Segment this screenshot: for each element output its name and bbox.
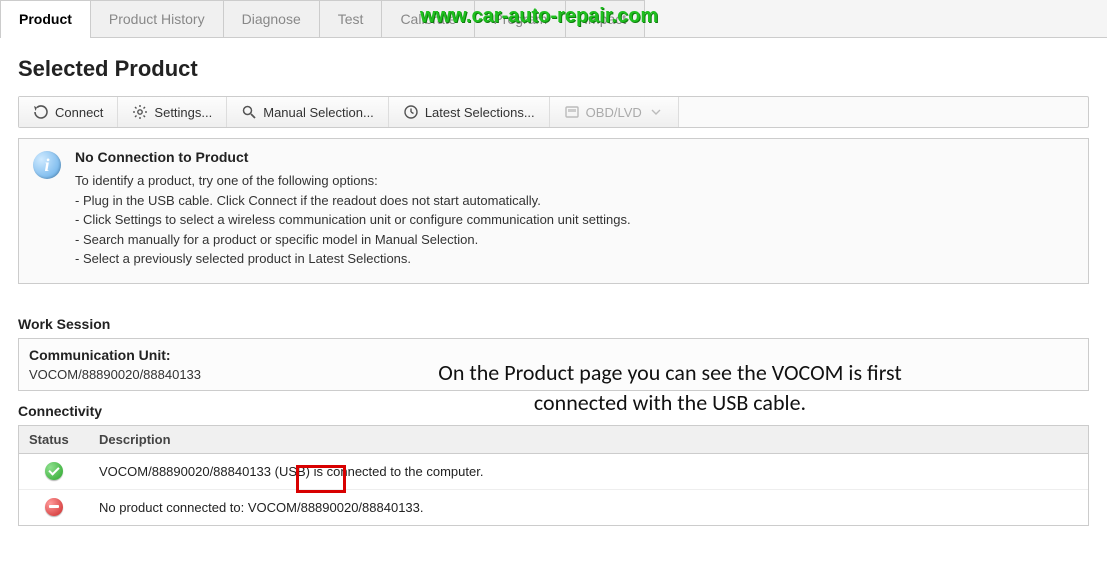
manual-selection-button[interactable]: Manual Selection... xyxy=(227,97,389,127)
status-cell xyxy=(19,494,89,520)
latest-selections-button[interactable]: Latest Selections... xyxy=(389,97,550,127)
info-line: - Click Settings to select a wireless co… xyxy=(75,210,631,230)
connectivity-table: Status Description VOCOM/88890020/888401… xyxy=(18,425,1089,526)
obd-lvd-label: OBD/LVD xyxy=(586,105,642,120)
info-title: No Connection to Product xyxy=(75,149,631,165)
search-icon xyxy=(241,104,257,120)
obd-lvd-button[interactable]: OBD/LVD xyxy=(550,97,679,127)
tab-product[interactable]: Product xyxy=(0,0,91,37)
watermark-overlay: www.car-auto-repair.com xyxy=(420,5,658,28)
settings-button[interactable]: Settings... xyxy=(118,97,227,127)
tab-diagnose[interactable]: Diagnose xyxy=(224,0,320,37)
manual-selection-label: Manual Selection... xyxy=(263,105,374,120)
gear-icon xyxy=(132,104,148,120)
info-line: - Search manually for a product or speci… xyxy=(75,230,631,250)
info-intro: To identify a product, try one of the fo… xyxy=(75,171,631,191)
status-ok-icon xyxy=(45,462,63,480)
table-row: VOCOM/88890020/88840133 (USB) is connect… xyxy=(19,454,1088,490)
info-body: To identify a product, try one of the fo… xyxy=(75,171,631,269)
info-icon: i xyxy=(33,151,61,179)
col-description-header: Description xyxy=(89,426,1088,453)
status-cell xyxy=(19,458,89,484)
toolbar: Connect Settings... Manual Selection... … xyxy=(18,96,1089,128)
connect-icon xyxy=(33,104,49,120)
work-session-header: Work Session xyxy=(18,316,1107,332)
clock-icon xyxy=(403,104,419,120)
connectivity-table-header: Status Description xyxy=(19,426,1088,454)
connect-button[interactable]: Connect xyxy=(19,97,118,127)
obd-icon xyxy=(564,104,580,120)
page-title: Selected Product xyxy=(18,56,1089,82)
tab-product-history[interactable]: Product History xyxy=(91,0,224,37)
info-line: - Select a previously selected product i… xyxy=(75,249,631,269)
col-status-header: Status xyxy=(19,426,89,453)
annotation-text: On the Product page you can see the VOCO… xyxy=(410,358,930,417)
settings-label: Settings... xyxy=(154,105,212,120)
connect-label: Connect xyxy=(55,105,103,120)
table-row: No product connected to: VOCOM/88890020/… xyxy=(19,490,1088,525)
description-cell: No product connected to: VOCOM/88890020/… xyxy=(89,494,1088,521)
description-cell: VOCOM/88890020/88840133 (USB) is connect… xyxy=(89,458,1088,485)
info-line: - Plug in the USB cable. Click Connect i… xyxy=(75,191,631,211)
info-panel: i No Connection to Product To identify a… xyxy=(18,138,1089,284)
status-error-icon xyxy=(45,498,63,516)
tab-test[interactable]: Test xyxy=(320,0,383,37)
chevron-down-icon xyxy=(648,104,664,120)
latest-selections-label: Latest Selections... xyxy=(425,105,535,120)
